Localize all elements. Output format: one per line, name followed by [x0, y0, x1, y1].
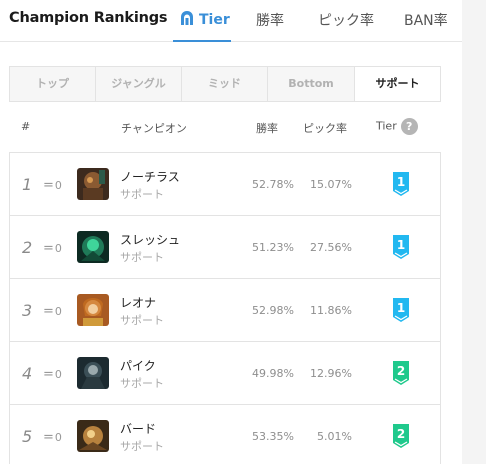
page-title: Champion Rankings — [9, 10, 168, 26]
pick-rate: 12.96% — [310, 367, 352, 380]
column-header-win-rate[interactable]: 勝率 — [256, 120, 278, 136]
tier-icon — [180, 10, 194, 30]
role-tab-support[interactable]: サポート — [355, 67, 440, 101]
champion-name: スレッシュ — [120, 233, 181, 247]
table-row[interactable]: 5 =0 バード サポート 53.35% 5.01% 2 — [10, 405, 440, 464]
pick-rate: 11.86% — [310, 304, 352, 317]
column-header-tier[interactable]: Tier? — [376, 118, 418, 135]
rank-change: =0 — [43, 241, 62, 256]
tab-ban-rate[interactable]: BAN率 — [404, 10, 448, 30]
champion-name: レオナ — [120, 296, 157, 310]
no-change-icon: = — [43, 241, 54, 256]
column-header-champion: チャンピオン — [121, 122, 187, 135]
champion-role: サポート — [120, 188, 164, 201]
pick-rate: 27.56% — [310, 241, 352, 254]
tab-win-rate[interactable]: 勝率 — [256, 10, 284, 30]
tier-value: 1 — [397, 238, 405, 252]
role-tab-top[interactable]: トップ — [10, 67, 96, 101]
pick-rate: 5.01% — [317, 430, 352, 443]
champion-portrait — [77, 294, 109, 326]
tab-tier-label: Tier — [199, 12, 230, 28]
champion-role: サポート — [120, 440, 164, 453]
page-gutter — [462, 0, 486, 464]
tier-badge: 1 — [391, 234, 411, 260]
no-change-icon: = — [43, 430, 54, 445]
win-rate: 53.35% — [252, 430, 294, 443]
tier-badge: 1 — [391, 171, 411, 197]
pick-rate: 15.07% — [310, 178, 352, 191]
tab-pick-rate[interactable]: ピック率 — [318, 10, 374, 30]
champion-role: サポート — [120, 251, 164, 264]
rankings-table: 1 =0 ノーチラス サポート 52.78% 15.07% 1 2 =0 スレッ… — [9, 152, 441, 464]
tier-badge: 1 — [391, 297, 411, 323]
win-rate: 52.98% — [252, 304, 294, 317]
champion-portrait — [77, 231, 109, 263]
active-tab-indicator — [173, 40, 231, 42]
rank-number: 5 — [22, 427, 33, 446]
tier-value: 2 — [397, 427, 405, 441]
champion-role: サポート — [120, 314, 164, 327]
rank-change: =0 — [43, 367, 62, 382]
win-rate: 51.23% — [252, 241, 294, 254]
tier-value: 1 — [397, 175, 405, 189]
column-header-rank: # — [21, 120, 31, 133]
role-tab-jungle[interactable]: ジャングル — [96, 67, 182, 101]
column-header-tier-label: Tier — [376, 119, 397, 133]
champion-name: ノーチラス — [120, 170, 180, 184]
no-change-icon: = — [43, 178, 54, 193]
table-row[interactable]: 1 =0 ノーチラス サポート 52.78% 15.07% 1 — [10, 153, 440, 216]
help-icon[interactable]: ? — [400, 118, 418, 135]
tab-tier[interactable]: Tier — [180, 10, 230, 30]
role-tab-bottom[interactable]: Bottom — [268, 67, 355, 101]
no-change-icon: = — [43, 367, 54, 382]
rank-number: 2 — [22, 238, 33, 257]
champion-portrait — [77, 420, 109, 452]
role-tabs: トップ ジャングル ミッド Bottom サポート — [9, 66, 441, 102]
tier-badge: 2 — [391, 423, 411, 449]
rankings-panel: Champion Rankings Tier 勝率 ピック率 BAN率 トップ … — [0, 0, 462, 464]
win-rate: 49.98% — [252, 367, 294, 380]
rank-change: =0 — [43, 430, 62, 445]
rank-change: =0 — [43, 304, 62, 319]
rank-number: 4 — [22, 364, 33, 383]
role-tab-mid[interactable]: ミッド — [182, 67, 268, 101]
champion-name: パイク — [120, 359, 156, 373]
win-rate: 52.78% — [252, 178, 294, 191]
champion-portrait — [77, 357, 109, 389]
rank-change: =0 — [43, 178, 62, 193]
no-change-icon: = — [43, 304, 54, 319]
column-header-pick-rate[interactable]: ピック率 — [303, 120, 347, 136]
table-row[interactable]: 3 =0 レオナ サポート 52.98% 11.86% 1 — [10, 279, 440, 342]
rankings-header: Champion Rankings Tier 勝率 ピック率 BAN率 — [0, 0, 462, 42]
rank-number: 1 — [22, 175, 33, 194]
table-row[interactable]: 4 =0 パイク サポート 49.98% 12.96% 2 — [10, 342, 440, 405]
rank-number: 3 — [22, 301, 33, 320]
champion-portrait — [77, 168, 109, 200]
tier-value: 2 — [397, 364, 405, 378]
tier-badge: 2 — [391, 360, 411, 386]
tier-value: 1 — [397, 301, 405, 315]
champion-role: サポート — [120, 377, 164, 390]
champion-name: バード — [120, 422, 157, 436]
table-row[interactable]: 2 =0 スレッシュ サポート 51.23% 27.56% 1 — [10, 216, 440, 279]
